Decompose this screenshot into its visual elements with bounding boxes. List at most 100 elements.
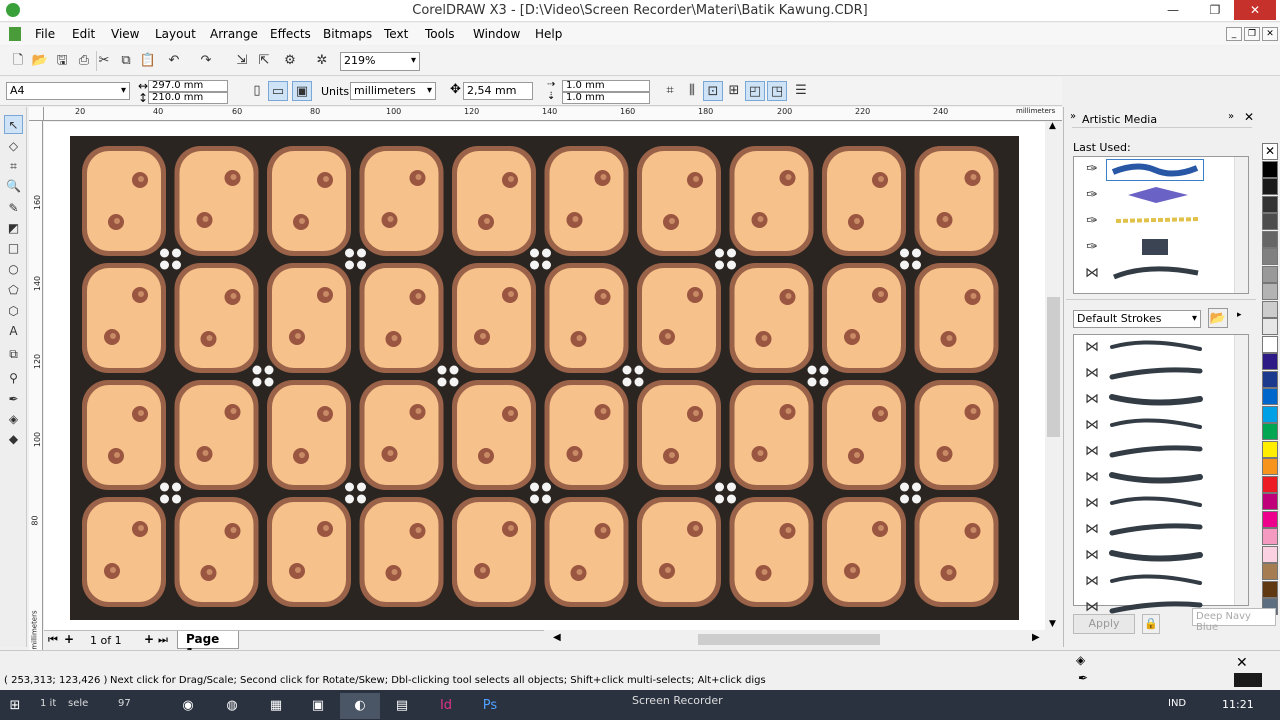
last-page-icon[interactable]: ⏭ [158,633,168,647]
corel-online-icon[interactable]: ✲ [312,51,332,71]
kawung-petal[interactable] [272,151,346,251]
kawung-petal[interactable] [457,151,531,251]
vertical-scroll-thumb[interactable] [1047,297,1060,437]
bowtie-brush-icon[interactable]: ⋈ [1078,493,1106,513]
kawung-petal[interactable] [642,385,716,485]
stroke-preview[interactable] [1108,185,1204,205]
polygon-tool-icon[interactable]: ⬠ [4,281,23,300]
palette-swatch[interactable] [1262,423,1278,440]
export-icon[interactable]: ⇱ [254,51,274,71]
bowtie-brush-icon[interactable]: ⋈ [1078,571,1106,591]
kawung-petal[interactable] [364,151,439,251]
stroke-preview[interactable] [1108,363,1204,383]
kawung-petal[interactable] [642,151,716,251]
palette-swatch[interactable] [1262,528,1278,545]
duplicate-y-field[interactable]: 1.0 mm [562,92,650,104]
palette-swatch[interactable] [1262,248,1278,265]
paper-size-select[interactable]: A4 [6,82,130,100]
smart-fill-icon[interactable]: ◩ [4,219,23,238]
snap-objects-icon[interactable]: ⊡ [703,81,723,101]
clock[interactable]: 11:21 [1222,698,1254,711]
interactive-blend-icon[interactable]: ⧉ [4,345,23,364]
stroke-preview[interactable] [1108,263,1204,283]
kawung-petal[interactable] [827,268,901,368]
palette-swatch[interactable] [1262,318,1278,335]
cut-icon[interactable]: ✂ [94,51,114,71]
kawung-petal[interactable] [549,502,624,602]
stroke-preview[interactable] [1108,415,1204,435]
kawung-petal[interactable] [827,502,901,602]
scroll-up-icon[interactable]: ▲ [1049,121,1056,131]
options-icon[interactable]: ☰ [791,81,811,101]
palette-swatch[interactable] [1262,545,1278,563]
kawung-petal[interactable] [272,502,346,602]
nudge-distance-field[interactable]: 2,54 mm [463,82,533,100]
selected-stroke[interactable] [1106,159,1204,181]
chrome-icon[interactable]: ◉ [168,693,208,719]
palette-swatch[interactable] [1262,195,1278,213]
list-scrollbar[interactable] [1234,157,1248,293]
kawung-petal[interactable] [364,385,439,485]
kawung-petal[interactable] [87,268,161,368]
kawung-petal[interactable] [919,268,994,368]
bowtie-brush-icon[interactable]: ⋈ [1078,389,1106,409]
list-scrollbar[interactable] [1234,335,1248,605]
palette-swatch[interactable] [1262,160,1278,178]
menu-tools[interactable]: Tools [425,27,455,41]
pick-tool-icon[interactable]: ↖ [4,115,23,134]
kawung-petal[interactable] [364,502,439,602]
palette-swatch[interactable] [1262,563,1278,580]
palette-swatch[interactable] [1262,580,1278,598]
import-icon[interactable]: ⇲ [232,51,252,71]
application-launcher-icon[interactable]: ⚙ [280,51,300,71]
kawung-petal[interactable] [919,151,994,251]
basic-shapes-icon[interactable]: ⬡ [4,302,23,321]
kawung-petal[interactable] [364,268,439,368]
kawung-petal[interactable] [734,502,809,602]
paste-icon[interactable]: 📋 [138,51,158,71]
palette-swatch[interactable] [1262,388,1278,405]
stroke-preview[interactable] [1108,441,1204,461]
bowtie-brush-icon[interactable]: ⋈ [1078,363,1106,383]
kawung-petal[interactable] [734,151,809,251]
stroke-preview[interactable] [1108,211,1204,231]
menu-view[interactable]: View [111,27,139,41]
horizontal-scroll-thumb[interactable] [698,634,880,645]
horizontal-ruler[interactable]: 20 40 60 80 100 120 140 160 180 200 220 … [44,107,1062,121]
kawung-petal[interactable] [827,385,901,485]
ruler-origin[interactable] [29,107,44,121]
start-icon[interactable]: ⊞ [0,693,30,719]
excel-icon[interactable]: ▦ [256,693,296,719]
bowtie-brush-icon[interactable]: ⋈ [1078,263,1106,283]
docker-close-icon[interactable]: ✕ [1244,110,1254,124]
apply-button[interactable]: Apply [1073,614,1135,634]
kawung-petal[interactable] [179,268,254,368]
close-button[interactable]: ✕ [1234,0,1276,20]
new-icon[interactable]: 🗋 [8,51,28,71]
scroll-left-icon[interactable]: ◀ [553,632,561,643]
snap-grid-icon[interactable]: ⌗ [660,81,680,101]
outline-tool-icon[interactable]: ✒ [4,390,23,409]
scroll-right-icon[interactable]: ▶ [1032,632,1040,643]
bowtie-brush-icon[interactable]: ⋈ [1078,337,1106,357]
draw-complex-icon[interactable]: ◳ [767,81,787,101]
undo-icon[interactable]: ↶ [164,51,184,71]
units-select[interactable]: millimeters [350,82,436,100]
rectangle-tool-icon[interactable]: □ [4,239,23,258]
palette-swatch[interactable] [1262,178,1278,195]
drawing-canvas[interactable] [44,122,1045,630]
brush-icon[interactable]: ✑ [1078,185,1106,205]
document-icon[interactable] [9,27,21,41]
coreldraw-task-icon[interactable]: ◐ [340,693,380,719]
freehand-tool-icon[interactable]: ✎ [4,199,23,218]
strokes-list[interactable]: ⋈ ⋈ ⋈ ⋈ ⋈ ⋈ ⋈ ⋈ ⋈ ⋈ ⋈ [1073,334,1249,615]
interactive-fill-icon[interactable]: ◆ [4,430,23,449]
menu-file[interactable]: File [35,27,55,41]
docker-arrow-icon[interactable]: » [1228,111,1234,122]
palette-swatch[interactable] [1262,405,1278,423]
shape-tool-icon[interactable]: ◇ [4,137,23,156]
menu-bitmaps[interactable]: Bitmaps [323,27,372,41]
indesign-icon[interactable]: Id [426,693,466,719]
doc-restore-button[interactable]: ❐ [1244,27,1260,41]
docker-arrow-icon[interactable]: » [1070,111,1076,122]
